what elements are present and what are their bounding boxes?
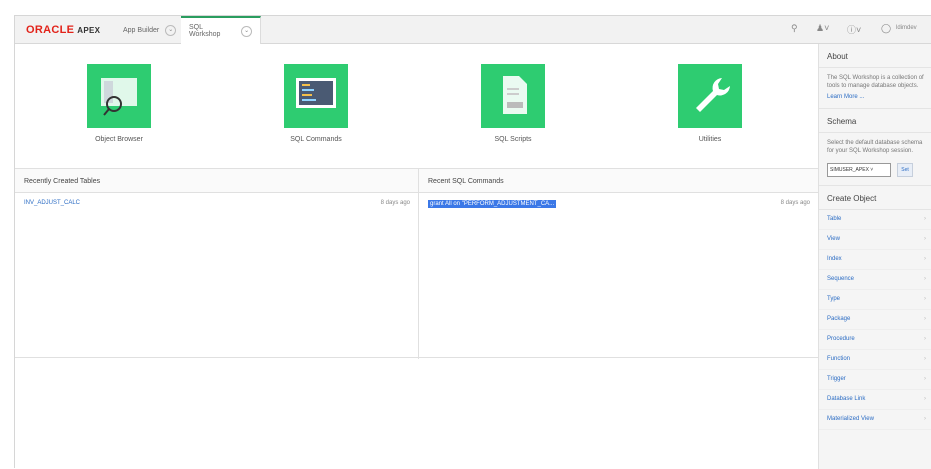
create-procedure-link[interactable]: Procedure › [819,330,931,350]
obj-label: Table [827,216,842,222]
user-menu[interactable]: ldimdev [896,25,917,31]
tab-label: App Builder [123,26,160,34]
tile-utilities[interactable]: Utilities [650,64,770,143]
logo-text: ORACLE [26,24,75,36]
create-index-link[interactable]: Index › [819,250,931,270]
obj-label: Package [827,316,851,322]
create-type-link[interactable]: Type › [819,290,931,310]
recent-sql-panel: Recent SQL Commands grant All on "PERFOR… [419,169,818,359]
about-text: The SQL Workshop is a collection of tool… [827,75,924,89]
obj-label: Materialized View [827,416,874,422]
chevron-right-icon: › [924,356,926,362]
main-content: Object Browser SQL Commands SQL Scripts … [15,44,818,469]
obj-label: Sequence [827,276,855,282]
schema-select[interactable]: SIMUSER_APEX ˅ [827,163,891,177]
chevron-down-icon[interactable]: ⌄ [241,25,252,37]
create-sequence-link[interactable]: Sequence › [819,270,931,290]
obj-label: Trigger [827,376,846,382]
sql-commands-icon [284,64,348,128]
panel-title: Recently Created Tables [15,169,418,193]
obj-label: View [827,236,840,242]
obj-label: Procedure [827,336,855,342]
tile-label: Object Browser [95,136,143,143]
chevron-right-icon: › [924,216,926,222]
tile-object-browser[interactable]: Object Browser [59,64,179,143]
sql-row[interactable]: grant All on "PERFORM_ADJUSTMENT_CA... 8… [419,197,818,211]
chevron-right-icon: › [924,256,926,262]
obj-label: Index [827,256,842,262]
schema-value: SIMUSER_APEX [830,167,869,173]
create-table-link[interactable]: Table › [819,210,931,230]
obj-label: Database Link [827,396,866,402]
tab-label: SQL Workshop [189,24,221,38]
row-age: 8 days ago [780,200,810,206]
sql-scripts-icon [481,64,545,128]
chevron-right-icon: › [924,236,926,242]
about-heading: About [819,44,931,68]
apex-window: ORACLE APEX App Builder ⌄ SQL Workshop ⌄ ⚲ … [14,15,931,469]
recent-region: Recently Created Tables INV_ADJUST_CALC … [15,168,818,359]
tab-sql-workshop[interactable]: SQL Workshop ⌄ [181,16,261,44]
oracle-apex-logo[interactable]: ORACLE APEX [26,24,100,36]
tile-sql-commands[interactable]: SQL Commands [256,64,376,143]
schema-text: Select the default database schema for y… [827,140,923,154]
chevron-right-icon: › [924,396,926,402]
wrench-icon [678,64,742,128]
create-package-link[interactable]: Package › [819,310,931,330]
learn-more-link[interactable]: Learn More ... [819,90,931,104]
chevron-right-icon: › [924,276,926,282]
table-link[interactable]: INV_ADJUST_CALC [24,200,80,206]
chevron-right-icon: › [924,416,926,422]
row-age: 8 days ago [380,200,410,206]
right-sidebar: About The SQL Workshop is a collection o… [818,44,931,469]
user-icon[interactable]: ◯ [881,23,891,34]
tile-label: Utilities [698,136,722,143]
create-trigger-link[interactable]: Trigger › [819,370,931,390]
chevron-right-icon: › [924,296,926,302]
sql-command-link[interactable]: grant All on "PERFORM_ADJUSTMENT_CA... [428,200,557,208]
help-icon[interactable]: ⓘ˅ [847,23,861,36]
create-function-link[interactable]: Function › [819,350,931,370]
person-icon[interactable]: ♟˅ [816,23,829,34]
tile-label: SQL Commands [290,136,342,143]
set-button[interactable]: Set [897,163,913,177]
tile-sql-scripts[interactable]: SQL Scripts [453,64,573,143]
create-materialized-view-link[interactable]: Materialized View › [819,410,931,430]
schema-controls: SIMUSER_APEX ˅ Set [819,155,931,177]
obj-label: Type [827,296,841,302]
recent-tables-panel: Recently Created Tables INV_ADJUST_CALC … [15,169,419,359]
object-browser-icon [87,64,151,128]
create-database-link-link[interactable]: Database Link › [819,390,931,410]
schema-heading: Schema [819,108,931,133]
obj-label: Function [827,356,851,362]
chevron-right-icon: › [924,376,926,382]
top-bar: ORACLE APEX App Builder ⌄ SQL Workshop ⌄ ⚲ … [15,16,931,44]
tile-label: SQL Scripts [494,136,532,143]
chevron-down-icon[interactable]: ⌄ [165,24,177,36]
table-row[interactable]: INV_ADJUST_CALC 8 days ago [15,197,418,211]
tab-app-builder[interactable]: App Builder ⌄ [115,16,186,44]
create-view-link[interactable]: View › [819,230,931,250]
create-object-heading: Create Object [819,185,931,210]
search-icon[interactable]: ⚲ [791,23,798,34]
chevron-right-icon: › [924,336,926,342]
chevron-right-icon: › [924,316,926,322]
logo-sub: APEX [77,26,101,35]
panel-title: Recent SQL Commands [419,169,818,193]
